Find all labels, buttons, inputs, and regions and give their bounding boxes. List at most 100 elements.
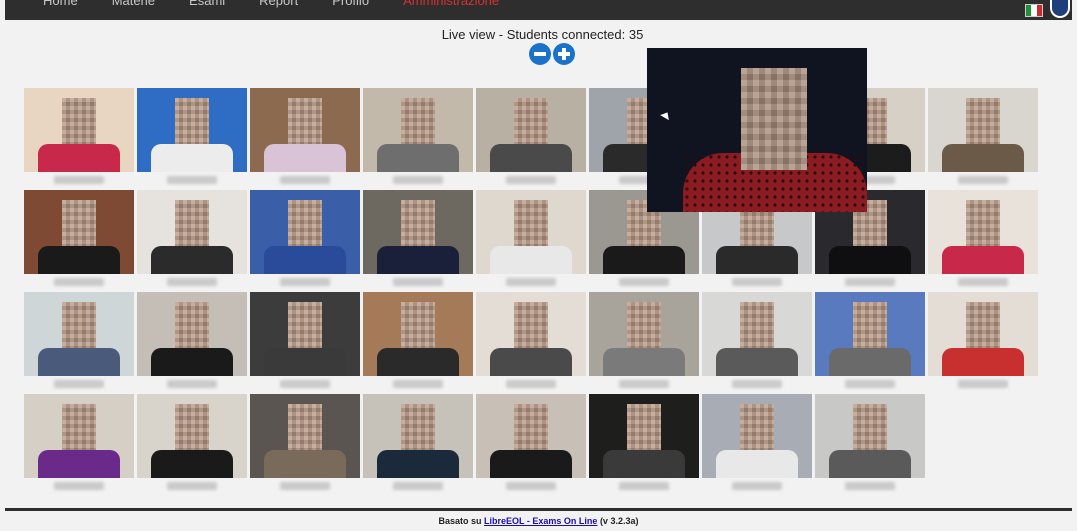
student-tile[interactable] xyxy=(137,394,247,490)
student-name-blurred xyxy=(506,482,556,490)
student-tile[interactable] xyxy=(476,292,586,388)
student-webcam-feed xyxy=(250,394,360,478)
student-tile[interactable] xyxy=(363,190,473,286)
student-tile[interactable] xyxy=(815,394,925,490)
student-webcam-feed xyxy=(250,292,360,376)
student-name-blurred xyxy=(167,278,217,286)
student-body xyxy=(490,348,572,376)
student-body xyxy=(603,348,685,376)
student-name-blurred xyxy=(732,482,782,490)
student-body xyxy=(942,246,1024,274)
student-body xyxy=(377,450,459,478)
nav-item-amministrazione[interactable]: Amministrazione xyxy=(403,0,499,8)
student-tile[interactable] xyxy=(928,88,1038,184)
student-tile[interactable] xyxy=(137,292,247,388)
student-name-blurred xyxy=(732,380,782,388)
student-webcam-feed xyxy=(589,292,699,376)
student-name-blurred xyxy=(280,482,330,490)
pixelated-face xyxy=(740,404,774,450)
student-name-blurred xyxy=(280,278,330,286)
student-tile[interactable] xyxy=(24,190,134,286)
student-name-blurred xyxy=(506,278,556,286)
nav-menu: Home Materie Esami Report Profilo Ammini… xyxy=(43,0,499,8)
student-body xyxy=(377,144,459,172)
pixelated-face xyxy=(175,302,209,348)
student-tile[interactable] xyxy=(476,88,586,184)
zoom-controls xyxy=(529,43,575,65)
student-webcam-feed xyxy=(137,394,247,478)
nav-item-report[interactable]: Report xyxy=(259,0,298,8)
pixelated-face xyxy=(62,98,96,144)
student-tile[interactable] xyxy=(137,88,247,184)
student-body xyxy=(38,246,120,274)
user-circle-icon[interactable] xyxy=(1050,0,1070,18)
pixelated-face xyxy=(966,302,1000,348)
student-tile[interactable] xyxy=(702,394,812,490)
student-webcam-feed xyxy=(928,292,1038,376)
student-tile[interactable] xyxy=(250,394,360,490)
student-tile[interactable] xyxy=(363,394,473,490)
libreeol-link[interactable]: LibreEOL - Exams On Line xyxy=(484,516,597,526)
student-webcam-feed xyxy=(476,88,586,172)
student-tile[interactable] xyxy=(363,292,473,388)
student-tile[interactable] xyxy=(137,190,247,286)
student-name-blurred xyxy=(280,176,330,184)
student-tile[interactable] xyxy=(928,190,1038,286)
zoom-out-button[interactable] xyxy=(529,43,551,65)
student-tile[interactable] xyxy=(24,88,134,184)
nav-item-esami[interactable]: Esami xyxy=(189,0,225,8)
student-body xyxy=(829,450,911,478)
footer: Basato su LibreEOL - Exams On Line (v 3.… xyxy=(0,516,1077,526)
student-body xyxy=(603,450,685,478)
student-webcam-feed xyxy=(363,190,473,274)
student-name-blurred xyxy=(732,278,782,286)
italian-flag-icon[interactable] xyxy=(1025,4,1043,17)
student-tile[interactable] xyxy=(363,88,473,184)
student-tile[interactable] xyxy=(250,88,360,184)
student-webcam-feed xyxy=(476,292,586,376)
student-webcam-feed xyxy=(476,394,586,478)
student-webcam-feed xyxy=(250,190,360,274)
pixelated-face xyxy=(514,200,548,246)
student-tile[interactable] xyxy=(250,292,360,388)
student-tile[interactable] xyxy=(476,190,586,286)
student-name-blurred xyxy=(958,278,1008,286)
student-name-blurred xyxy=(619,278,669,286)
student-body xyxy=(829,246,911,274)
nav-item-home[interactable]: Home xyxy=(43,0,78,8)
student-tile[interactable] xyxy=(928,292,1038,388)
student-webcam-feed xyxy=(702,292,812,376)
student-name-blurred xyxy=(619,482,669,490)
pixelated-face xyxy=(62,404,96,450)
student-name-blurred xyxy=(54,482,104,490)
student-name-blurred xyxy=(393,380,443,388)
pixelated-face xyxy=(288,98,322,144)
student-tile[interactable] xyxy=(476,394,586,490)
pixelated-face xyxy=(627,302,661,348)
student-webcam-feed xyxy=(589,394,699,478)
student-tile[interactable] xyxy=(815,292,925,388)
student-webcam-feed xyxy=(363,88,473,172)
enlarged-student-video[interactable] xyxy=(647,48,867,212)
student-tile[interactable] xyxy=(24,394,134,490)
nav-item-profilo[interactable]: Profilo xyxy=(332,0,369,8)
nav-item-materie[interactable]: Materie xyxy=(112,0,155,8)
pixelated-face xyxy=(966,98,1000,144)
student-body xyxy=(38,450,120,478)
student-tile[interactable] xyxy=(24,292,134,388)
pixelated-face xyxy=(288,404,322,450)
student-name-blurred xyxy=(506,380,556,388)
student-tile[interactable] xyxy=(589,292,699,388)
student-tile[interactable] xyxy=(589,394,699,490)
student-body xyxy=(151,246,233,274)
student-tile[interactable] xyxy=(250,190,360,286)
student-body xyxy=(942,144,1024,172)
student-body xyxy=(38,144,120,172)
student-tile[interactable] xyxy=(702,292,812,388)
student-name-blurred xyxy=(845,482,895,490)
student-webcam-feed xyxy=(815,394,925,478)
student-name-blurred xyxy=(280,380,330,388)
zoom-in-button[interactable] xyxy=(553,43,575,65)
student-name-blurred xyxy=(54,176,104,184)
student-name-blurred xyxy=(845,380,895,388)
